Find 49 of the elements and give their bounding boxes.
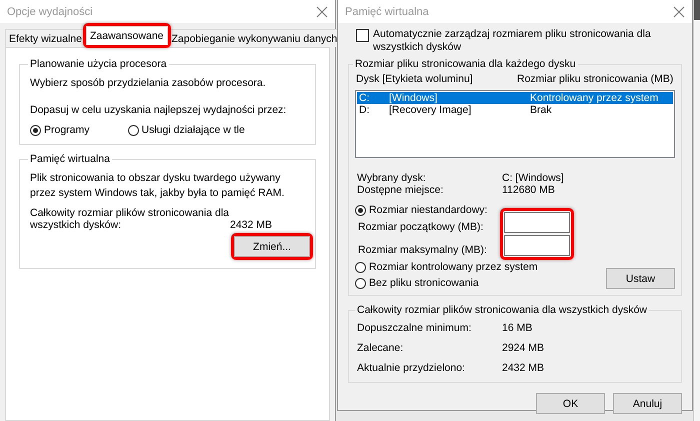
set-button[interactable]: Ustaw	[606, 268, 675, 289]
dialog-button[interactable]: OK	[536, 393, 605, 414]
tab[interactable]: Efekty wizualne	[5, 29, 86, 47]
info-value: 112680 MB	[502, 184, 556, 196]
radio-option[interactable]: Usługi działające w tle	[128, 124, 245, 136]
close-icon[interactable]	[673, 6, 685, 18]
info-label: Wybrany dysk:	[357, 172, 427, 184]
change-button[interactable]: Zmień...	[234, 236, 310, 257]
total-value: 2432 MB	[502, 362, 546, 374]
radio-option[interactable]: Rozmiar kontrolowany przez system	[355, 261, 538, 273]
radio-button[interactable]	[355, 262, 366, 272]
group-title: Pamięć wirtualna	[29, 153, 111, 165]
radio-option[interactable]: Programy	[30, 124, 90, 136]
drive-row[interactable]: D: [Recovery Image] Brak	[357, 104, 673, 116]
radio-option[interactable]: Bez pliku stronicowania	[355, 277, 538, 289]
column-header: Dysk [Etykieta woluminu]	[356, 73, 474, 85]
info-label: Dostępne miejsce:	[357, 184, 444, 196]
radio-button[interactable]	[30, 124, 41, 136]
group-title: Całkowity rozmiar plików stronicowania dla wszystkich dysków	[356, 304, 648, 316]
group-title: Planowanie użycia procesora	[29, 58, 168, 70]
total-value: 2432 MB	[230, 219, 272, 231]
info-value: C: [Windows]	[502, 172, 565, 184]
total-label: Całkowity rozmiar plików stronicowania dla wszystkich dysków:	[30, 207, 230, 231]
total-value: 16 MB	[502, 322, 534, 334]
close-icon[interactable]	[316, 6, 328, 18]
column-header: Rozmiar pliku stronicowania (MB)	[517, 73, 674, 85]
window-title: Opcje wydajności	[7, 6, 93, 18]
description-text: Plik stronicowania to obszar dysku twardego używany przez system Windows tak, jakby była to pamięć RAM.	[30, 171, 286, 201]
field-label: Rozmiar maksymalny (MB):	[357, 244, 488, 256]
total-label: Aktualnie przydzielono:	[357, 362, 466, 374]
dialog-button[interactable]: Anuluj	[613, 393, 682, 414]
input-field[interactable]	[504, 212, 570, 233]
group-title: Rozmiar pliku stronicowania dla każdego dysku	[354, 58, 577, 70]
total-label: Zalecane:	[357, 342, 404, 354]
input-field[interactable]	[504, 235, 570, 256]
tab[interactable]: Zaawansowane	[86, 26, 168, 45]
checkbox[interactable]	[356, 29, 369, 42]
drive-row[interactable]: C: [Windows] Kontrolowany przez system	[357, 92, 673, 104]
radio-button[interactable]	[355, 278, 366, 288]
radio-button[interactable]	[128, 124, 139, 136]
total-label: Dopuszczalne minimum:	[357, 322, 472, 334]
radio-button[interactable]	[355, 204, 366, 216]
window-title: Pamięć wirtualna	[345, 6, 429, 18]
checkbox-option[interactable]: Automatycznie zarządzaj rozmiarem pliku stronicowania dla wszystkich dysków	[348, 28, 682, 54]
radio-option[interactable]: Rozmiar niestandardowy:	[355, 204, 500, 216]
description-text: Wybierz sposób przydzielania zasobów procesora.	[30, 76, 267, 91]
prompt-text: Dopasuj w celu uzyskania najlepszej wydajności przez:	[30, 103, 288, 118]
total-value: 2924 MB	[502, 342, 546, 354]
field-label: Rozmiar początkowy (MB):	[357, 221, 484, 233]
